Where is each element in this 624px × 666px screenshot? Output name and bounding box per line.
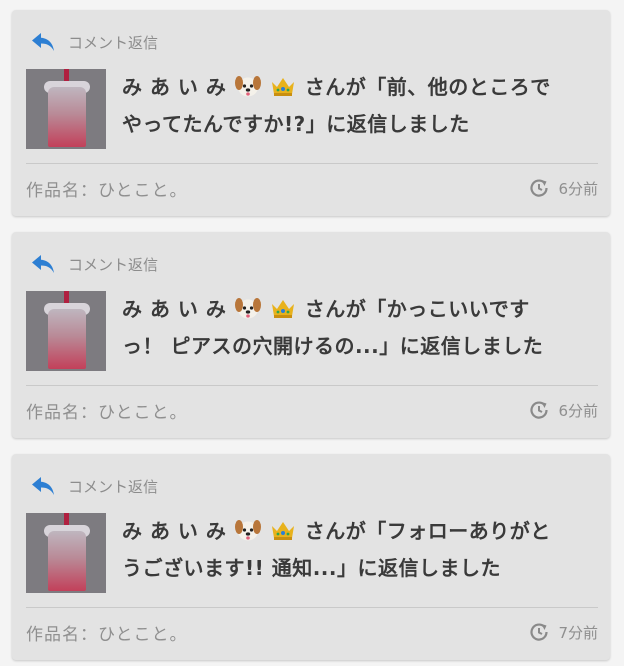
message-line-2: っ！ ピアスの穴開けるの...」に返信しました — [122, 334, 544, 358]
user-name[interactable]: み あ い み — [122, 75, 226, 99]
time-ago: 6分前 — [558, 179, 598, 198]
dog-face-icon — [234, 76, 261, 97]
work-thumbnail[interactable] — [26, 513, 106, 593]
history-clock-icon — [530, 401, 549, 419]
message-line-2: うございます!! 通知...」に返信しました — [122, 556, 501, 580]
card-footer: 作品名：ひとこと。 6分前 — [26, 174, 598, 202]
card-body: み あ い み — [26, 513, 598, 593]
notification-message: み あ い み — [122, 69, 551, 149]
message-text-1: さんが「前、他のところで — [304, 75, 551, 99]
message-line-1: み あ い み — [122, 291, 543, 328]
notification-card[interactable]: コメント返信 み あ い み — [12, 232, 610, 438]
divider — [26, 385, 598, 386]
notification-type-label: コメント返信 — [68, 477, 159, 496]
dog-face-icon — [234, 298, 261, 319]
message-text-1: さんが「かっこいいです — [304, 297, 530, 321]
user-name[interactable]: み あ い み — [122, 519, 226, 543]
card-footer: 作品名：ひとこと。 6分前 — [26, 396, 598, 424]
card-header: コメント返信 — [30, 472, 158, 500]
crown-icon — [272, 78, 295, 96]
divider — [26, 163, 598, 164]
notification-message: み あ い み — [122, 513, 551, 593]
time-ago: 7分前 — [558, 623, 598, 642]
timestamp: 6分前 — [528, 177, 598, 199]
notification-message: み あ い み — [122, 291, 543, 371]
card-header: コメント返信 — [30, 250, 158, 278]
message-line-1: み あ い み — [122, 513, 551, 550]
work-thumbnail[interactable] — [26, 69, 106, 149]
crown-icon — [272, 300, 295, 318]
reply-icon — [32, 477, 54, 495]
work-thumbnail[interactable] — [26, 291, 106, 371]
user-name[interactable]: み あ い み — [122, 297, 226, 321]
card-body: み あ い み — [26, 291, 598, 371]
message-line-2: やってたんですか!?」に返信しました — [122, 112, 470, 136]
time-ago: 6分前 — [558, 401, 598, 420]
timestamp: 6分前 — [528, 399, 598, 421]
card-header: コメント返信 — [30, 28, 158, 56]
card-footer: 作品名：ひとこと。 7分前 — [26, 618, 598, 646]
divider — [26, 607, 598, 608]
work-name[interactable]: 作品名：ひとこと。 — [26, 176, 188, 201]
message-line-1: み あ い み — [122, 69, 551, 106]
history-clock-icon — [530, 623, 549, 641]
dog-face-icon — [234, 520, 261, 541]
work-name[interactable]: 作品名：ひとこと。 — [26, 398, 188, 423]
history-clock-icon — [530, 179, 549, 197]
notification-type-label: コメント返信 — [68, 255, 159, 274]
work-name[interactable]: 作品名：ひとこと。 — [26, 620, 188, 645]
card-body: み あ い み — [26, 69, 598, 149]
timestamp: 7分前 — [528, 621, 598, 643]
reply-icon — [32, 255, 54, 273]
notification-card[interactable]: コメント返信 み あ い み — [12, 454, 610, 660]
crown-icon — [272, 522, 295, 540]
notification-card[interactable]: コメント返信 み あ い み — [12, 10, 610, 216]
notification-type-label: コメント返信 — [68, 33, 159, 52]
message-text-1: さんが「フォローありがと — [304, 519, 551, 543]
reply-icon — [32, 33, 54, 51]
notification-list: コメント返信 み あ い み さんが「前、他のところで やってたんですか!?」に… — [0, 0, 624, 666]
